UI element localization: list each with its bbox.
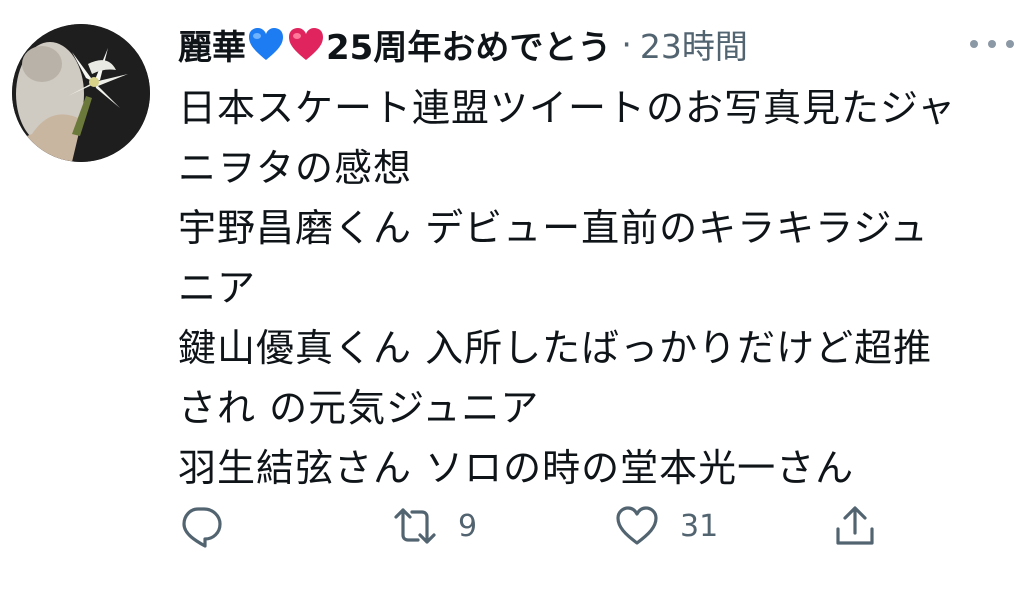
separator: · <box>621 24 632 64</box>
reply-icon <box>182 507 222 548</box>
tweet-header: 麗華 25周年おめでとう · 23時間 <box>178 18 1012 70</box>
tweet-line: 鍵山優真くん 入所したばっかりだけど超推 <box>178 326 933 370</box>
tweet-line: ニヲタの感想 <box>178 146 413 190</box>
tweet-line: 宇野昌磨くん デビュー直前のキラキラジュ <box>178 206 929 250</box>
tweet-line: 羽生結弦さん ソロの時の堂本光一さん <box>178 446 855 490</box>
tweet-actions: 9 31 <box>0 496 1020 556</box>
display-name-suffix[interactable]: 25周年おめでとう <box>326 20 611 69</box>
share-icon <box>836 506 874 545</box>
reply-button[interactable] <box>178 496 224 556</box>
retweet-count: 9 <box>458 508 478 544</box>
like-button[interactable]: 31 <box>614 496 718 556</box>
display-name[interactable]: 麗華 <box>178 20 246 69</box>
lily-flower-avatar-image <box>12 24 150 162</box>
share-button[interactable] <box>832 496 878 556</box>
tweet-line: ニア <box>178 266 257 310</box>
retweet-button[interactable]: 9 <box>392 496 477 556</box>
red-heart-emoji-icon <box>289 28 323 60</box>
blue-heart-emoji-icon <box>249 28 283 60</box>
avatar[interactable] <box>12 24 150 162</box>
timestamp[interactable]: 23時間 <box>640 20 748 68</box>
like-count: 31 <box>680 508 719 544</box>
more-options-icon[interactable] <box>970 30 1014 58</box>
tweet-text: 日本スケート連盟ツイートのお写真見たジャ ニヲタの感想 宇野昌磨くん デビュー直… <box>178 78 1008 498</box>
retweet-icon <box>394 508 436 544</box>
tweet-line: され の元気ジュニア <box>178 386 540 430</box>
heart-icon <box>616 506 658 545</box>
tweet-line: 日本スケート連盟ツイートのお写真見たジャ <box>178 86 957 130</box>
